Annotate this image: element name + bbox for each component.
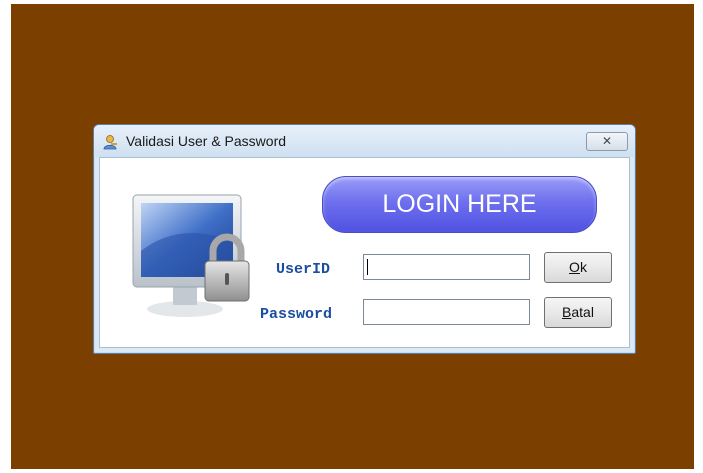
text-caret: [367, 259, 368, 275]
dialog-body: LOGIN HERE UserID Password Ok Batal: [99, 157, 630, 348]
monitor-padlock-icon: [132, 194, 250, 317]
password-label: Password: [260, 306, 333, 323]
login-dialog: Validasi User & Password ✕ LOGIN HERE Us…: [93, 124, 636, 354]
close-icon: ✕: [601, 134, 613, 148]
userid-label: UserID: [276, 261, 331, 278]
close-button[interactable]: ✕: [586, 132, 628, 151]
batal-button[interactable]: Batal: [544, 297, 612, 328]
batal-accelerator: B: [562, 304, 572, 320]
key-person-icon: [103, 135, 117, 150]
batal-label: atal: [571, 304, 594, 320]
ok-button[interactable]: Ok: [544, 252, 612, 283]
login-banner: LOGIN HERE: [322, 176, 597, 233]
userid-input[interactable]: [363, 254, 530, 280]
window-title: Validasi User & Password: [126, 133, 287, 149]
title-bar[interactable]: Validasi User & Password ✕: [94, 125, 635, 157]
ok-accelerator: O: [569, 259, 580, 275]
ok-label: k: [579, 259, 587, 275]
password-input[interactable]: [363, 299, 530, 325]
